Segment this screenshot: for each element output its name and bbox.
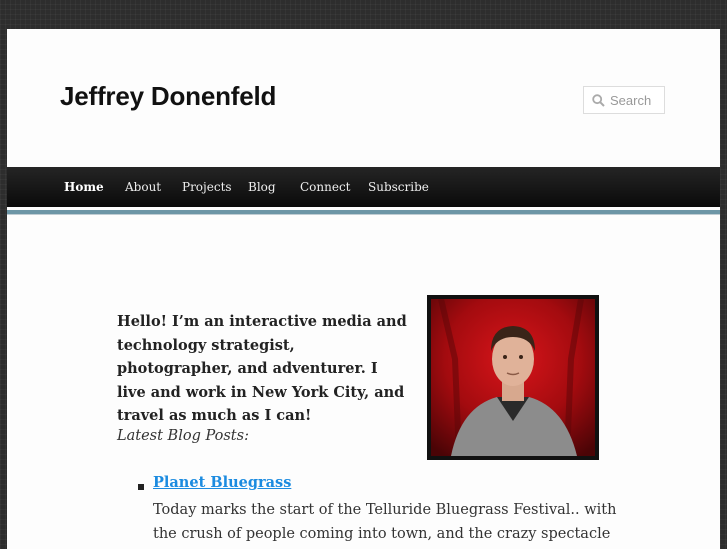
site-header: Jeffrey Donenfeld xyxy=(7,29,720,167)
profile-photo xyxy=(427,295,599,460)
bullet-icon xyxy=(138,484,144,490)
nav-item-connect[interactable]: Connect xyxy=(300,167,351,207)
post-excerpt: Today marks the start of the Telluride B… xyxy=(153,502,617,542)
page-container: Jeffrey Donenfeld Home About Projects Bl… xyxy=(7,29,720,549)
nav-item-subscribe[interactable]: Subscribe xyxy=(368,167,429,207)
post-title-link[interactable]: Planet Bluegrass xyxy=(153,474,291,491)
main-nav: Home About Projects Blog Connect Subscri… xyxy=(7,167,720,207)
search-box[interactable] xyxy=(583,86,665,114)
nav-item-home[interactable]: Home xyxy=(64,167,104,207)
intro-text: Hello! I’m an interactive media and tech… xyxy=(117,313,407,424)
portrait-image xyxy=(431,299,595,456)
latest-posts-heading: Latest Blog Posts: xyxy=(117,428,249,444)
site-title[interactable]: Jeffrey Donenfeld xyxy=(60,81,276,112)
nav-item-about[interactable]: About xyxy=(125,167,161,207)
header-divider-line xyxy=(7,214,720,215)
search-input[interactable] xyxy=(584,87,664,113)
nav-item-projects[interactable]: Projects xyxy=(182,167,232,207)
nav-item-blog[interactable]: Blog xyxy=(248,167,276,207)
